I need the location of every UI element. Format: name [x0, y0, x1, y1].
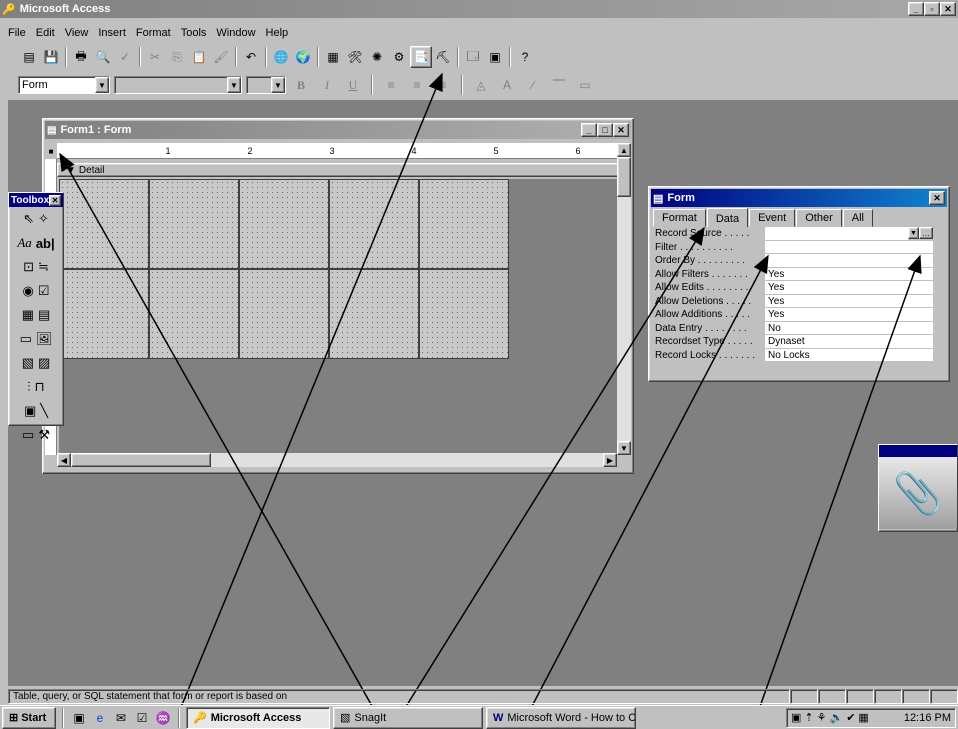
access-key-icon: 🔑 — [193, 712, 207, 724]
task-label: SnagIt — [354, 711, 387, 724]
windows-logo-icon: ⊞ — [9, 712, 19, 724]
quick-launch-ie-icon[interactable]: e — [91, 707, 109, 729]
tray-icon[interactable]: ⇡ — [804, 711, 813, 724]
annotation-arrow — [519, 254, 769, 729]
system-tray: ▣ ⇡ ⚘ 🔈 ✔ ▦ 12:16 PM — [786, 707, 956, 728]
snagit-icon: ▧ — [340, 712, 351, 724]
tray-icon[interactable]: ▦ — [858, 711, 868, 724]
annotation-arrow — [171, 72, 443, 729]
quick-launch-desktop-icon[interactable]: ♒ — [154, 707, 172, 729]
task-label: Microsoft Access — [210, 711, 302, 724]
quick-launch-outlook-icon[interactable]: ✉ — [112, 707, 130, 729]
annotation-arrow — [751, 254, 922, 729]
tray-icon[interactable]: ▣ — [791, 711, 801, 724]
start-label: Start — [21, 711, 47, 724]
quick-launch-access-icon[interactable]: ▣ — [70, 707, 88, 729]
volume-icon[interactable]: 🔈 — [830, 711, 844, 724]
task-label: Microsoft Word - How to C... — [507, 711, 636, 724]
status-bar: Table, query, or SQL statement that form… — [8, 688, 958, 704]
word-icon: W — [493, 711, 504, 724]
start-button[interactable]: ⊞ Start — [2, 706, 56, 729]
clock[interactable]: 12:16 PM — [904, 712, 951, 724]
annotation-arrow — [59, 152, 386, 729]
taskbar: ⊞ Start ▣ e ✉ ☑ ♒ 🔑 Microsoft Access ▧ S… — [0, 705, 958, 729]
tray-icon[interactable]: ⚘ — [817, 711, 827, 724]
annotation-arrows — [59, 72, 922, 729]
task-microsoft-access[interactable]: 🔑 Microsoft Access — [186, 706, 330, 729]
task-microsoft-word[interactable]: W Microsoft Word - How to C... — [486, 706, 636, 729]
annotation-arrow — [391, 226, 705, 729]
task-snagit[interactable]: ▧ SnagIt — [333, 706, 483, 729]
quick-launch-channels-icon[interactable]: ☑ — [133, 707, 151, 729]
status-text: Table, query, or SQL statement that form… — [8, 688, 790, 704]
tray-icon[interactable]: ✔ — [846, 711, 855, 724]
